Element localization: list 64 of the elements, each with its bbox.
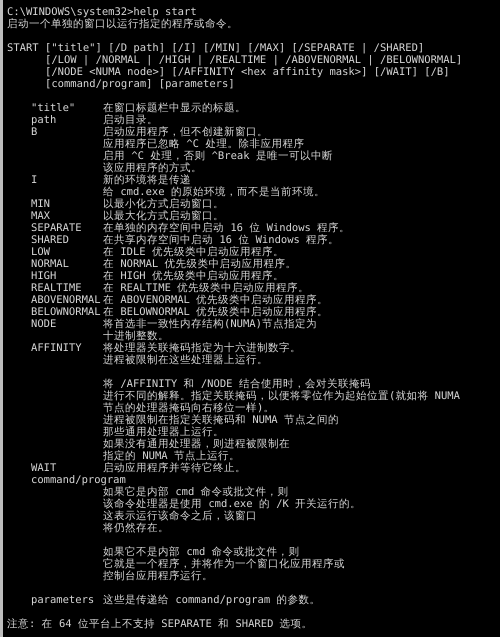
- option-description: 应用程序已忽略 ^C 处理。除非应用程序: [103, 138, 304, 150]
- console-line: C:\WINDOWS\system32>help start: [7, 6, 197, 18]
- option-description: 它就是一个程序，并将作为一个窗口化应用程序或: [103, 558, 345, 570]
- console-line: [command/program] [parameters]: [45, 78, 235, 90]
- console-line: [/LOW | /NORMAL | /HIGH | /REALTIME | /ABOVENORMAL | /BELOWNORMAL]: [45, 54, 462, 66]
- option-description: 控制台应用程序运行。: [103, 570, 213, 582]
- option-description: 这些是传递给 command/program 的参数。: [103, 594, 320, 606]
- option-name: I: [31, 174, 38, 186]
- option-name: HIGH: [31, 270, 58, 282]
- option-description: 在 ABOVENORMAL 优先级类中启动应用程序。: [103, 294, 328, 306]
- option-name: MAX: [31, 210, 51, 222]
- option-description: 在共享内存空间中启动 16 位 Windows 程序。: [103, 234, 340, 246]
- option-description: 将处理器关联掩码指定为十六进制数字。: [103, 342, 301, 354]
- option-description: 如果它不是内部 cmd 命令或批文件，则: [103, 546, 300, 558]
- option-description: 在 REALTIME 优先级类中启动应用程序。: [103, 282, 310, 294]
- option-description: 进程被限制在指定关联掩码和 NUMA 节点之间的: [103, 414, 339, 426]
- option-description: 如果没有通用处理器，则进程被限制在: [103, 438, 290, 450]
- option-description: 在 HIGH 优先级类中启动应用程序。: [103, 270, 284, 282]
- option-name: LOW: [31, 246, 51, 258]
- option-name: MIN: [31, 198, 51, 210]
- option-description: 在窗口标题栏中显示的标题。: [103, 102, 246, 114]
- option-description: 指定的 NUMA 节点上运行。: [103, 450, 240, 462]
- option-name: SHARED: [31, 234, 70, 246]
- option-description: 新的环境将是传递: [103, 174, 191, 186]
- option-name: command/program: [31, 474, 126, 486]
- option-description: 将 /AFFINITY 和 /NODE 结合使用时，会对关联掩码: [103, 378, 371, 390]
- option-name: path: [31, 114, 58, 126]
- option-description: 这表示运行该命令之后，该窗口: [103, 510, 257, 522]
- option-description: 在单独的内存空间中启动 16 位 Windows 程序。: [103, 222, 350, 234]
- console-line: [/NODE <NUMA node>] [/AFFINITY <hex affinity mask>] [/WAIT] [/B]: [45, 66, 450, 78]
- option-description: 那些通用处理器上运行。: [103, 426, 224, 438]
- option-name: ABOVENORMAL: [31, 294, 102, 306]
- option-description: 在 IDLE 优先级类中启动应用程序。: [103, 246, 284, 258]
- option-name: B: [31, 126, 38, 138]
- option-name: "title": [31, 102, 76, 114]
- option-description: 以最小化方式启动窗口。: [103, 198, 224, 210]
- option-description: 如果它是内部 cmd 命令或批文件，则: [103, 486, 289, 498]
- option-description: 进程被限制在这些处理器上运行。: [103, 354, 268, 366]
- option-name: AFFINITY: [31, 342, 83, 354]
- option-description: 该命令处理器是使用 cmd.exe 的 /K 开关运行的。: [103, 498, 362, 510]
- option-name: NORMAL: [31, 258, 70, 270]
- option-description: 启动目录。: [103, 114, 158, 126]
- console-line: 启动一个单独的窗口以运行指定的程序或命令。: [7, 18, 238, 30]
- option-name: REALTIME: [31, 282, 83, 294]
- option-name: NODE: [31, 318, 58, 330]
- option-name: SEPARATE: [31, 222, 83, 234]
- option-description: 将首选非一致性内存结构(NUMA)节点指定为: [103, 318, 317, 330]
- option-description: 以最大化方式启动窗口。: [103, 210, 224, 222]
- option-description: 进行不同的解释。指定关联掩码，以便将零位作为起始位置(就如将 NUMA: [103, 390, 460, 402]
- option-name: parameters: [31, 594, 96, 606]
- option-description: 启用 ^C 处理，否则 ^Break 是唯一可以中断: [103, 150, 333, 162]
- option-description: 该应用程序的方式。: [103, 162, 202, 174]
- option-description: 在 NORMAL 优先级类中启动应用程序。: [103, 258, 297, 270]
- option-name: WAIT: [31, 462, 58, 474]
- option-description: 启动应用程序，但不创建新窗口。: [103, 126, 268, 138]
- console-line: START ["title"] [/D path] [/I] [/MIN] [/MAX] [/SEPARATE | /SHARED]: [7, 42, 424, 54]
- option-description: 节点的处理器掩码向右移位一样)。: [103, 402, 274, 414]
- option-description: 将仍然存在。: [103, 522, 169, 534]
- option-name: BELOWNORMAL: [31, 306, 102, 318]
- console-line: 注意: 在 64 位平台上不支持 SEPARATE 和 SHARED 选项。: [7, 618, 313, 630]
- option-description: 十进制整数。: [103, 330, 169, 342]
- option-description: 启动应用程序并等待它终止。: [103, 462, 246, 474]
- option-description: 给 cmd.exe 的原始环境，而不是当前环境。: [103, 186, 325, 198]
- option-description: 在 BELOWNORMAL 优先级类中启动应用程序。: [103, 306, 328, 318]
